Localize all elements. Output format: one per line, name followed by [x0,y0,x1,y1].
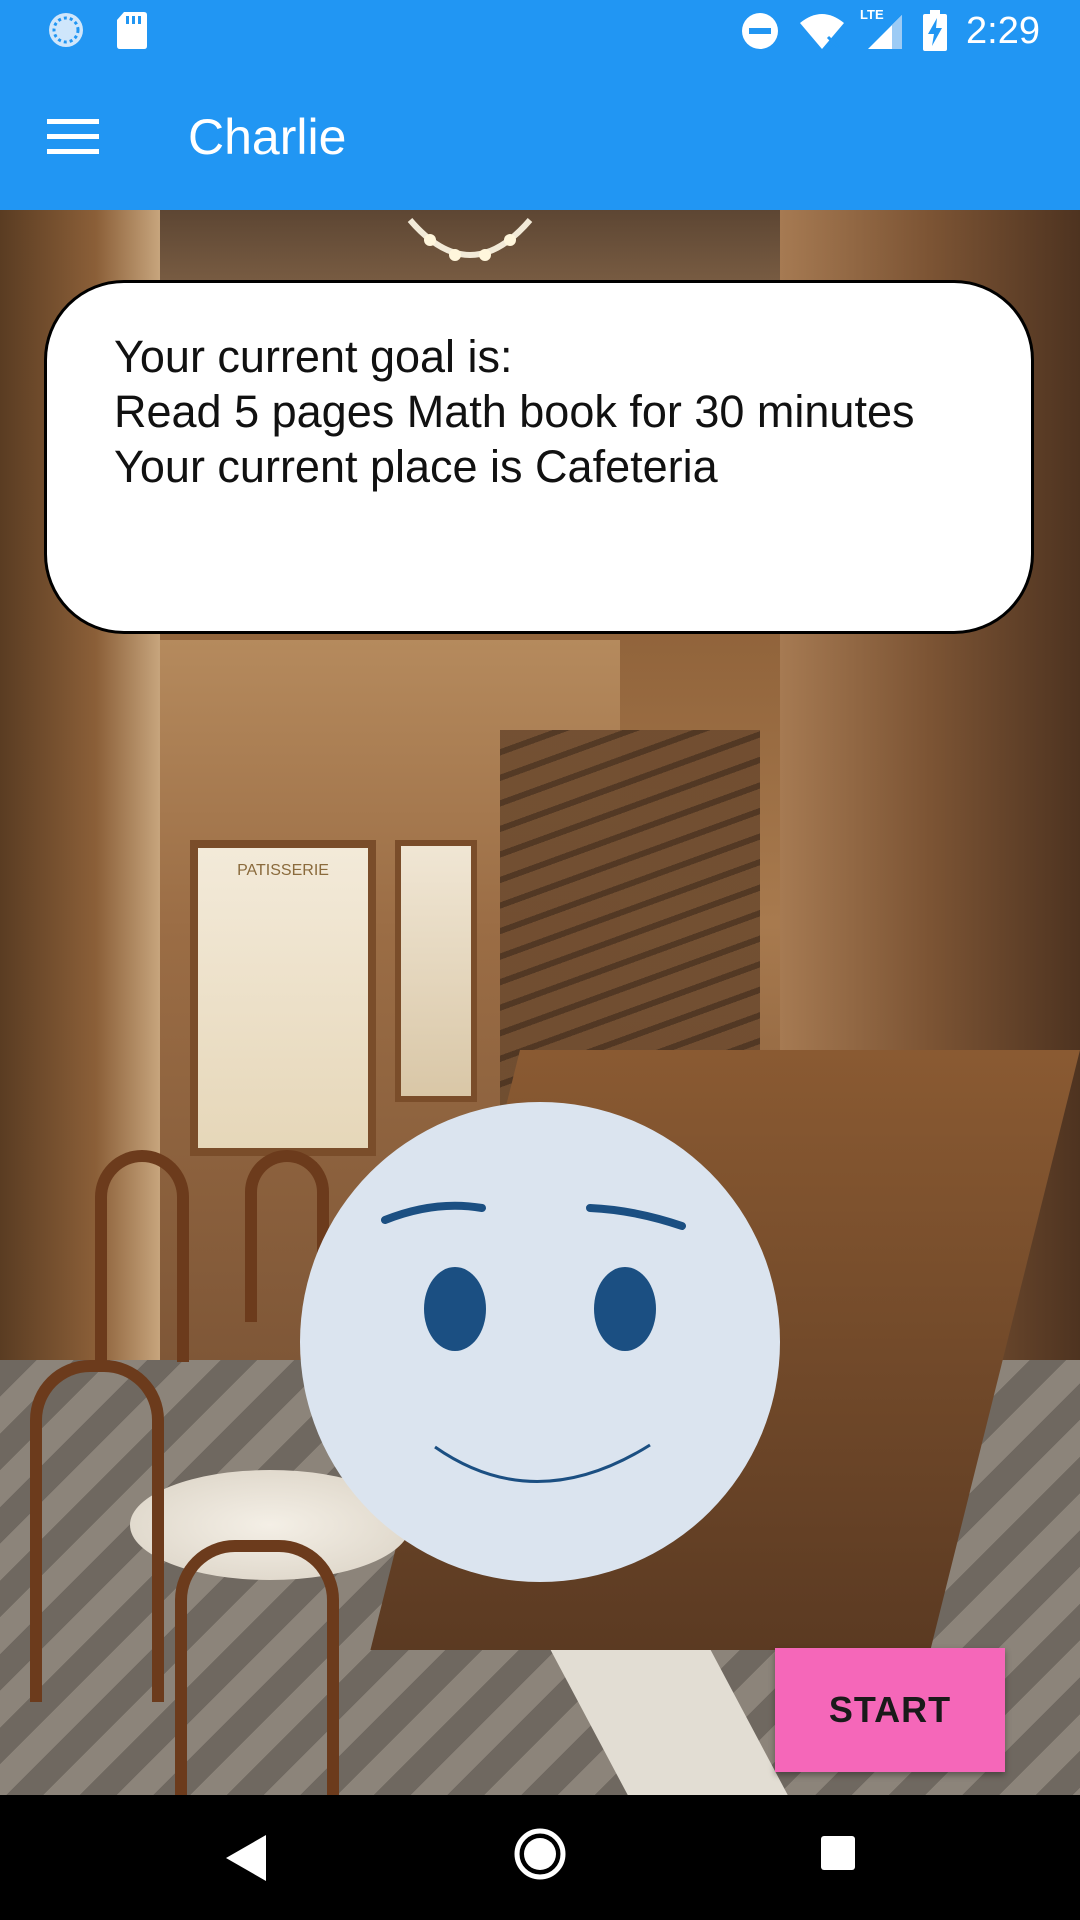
status-bar: LTE 2:29 [0,0,1080,63]
right-eyebrow [586,1204,686,1230]
left-eyebrow [381,1201,486,1224]
display-case [395,840,477,1102]
do-not-disturb-icon [742,13,779,49]
navigation-bar [0,1795,1080,1920]
app-title: Charlie [188,109,347,165]
lte-label: LTE [860,7,884,22]
pastry-sign: PATISSERIE [237,862,329,879]
goal-description: Read 5 pages Math book for 30 minutes [114,386,915,437]
goal-text: Your current goal is: Read 5 pages Math … [114,329,915,494]
status-right: LTE 2:29 [740,7,1040,54]
recents-icon[interactable] [821,1836,855,1870]
smile-mouth [434,1443,651,1483]
battery-charging-icon [923,10,948,51]
menu-button[interactable] [40,109,106,165]
sync-icon [49,13,83,47]
status-time: 2:29 [966,10,1040,52]
app-bar: Charlie [0,63,1080,210]
goal-heading: Your current goal is: [114,331,513,382]
scene-chair [30,1360,164,1702]
start-button[interactable]: START [775,1648,1005,1772]
current-place: Your current place is Cafeteria [114,441,718,492]
back-icon[interactable] [222,1831,270,1885]
status-left [46,10,148,50]
home-icon[interactable] [513,1827,567,1881]
right-eye [594,1267,656,1351]
sd-card-icon [117,12,147,49]
wifi-icon [800,14,845,49]
scene-chair [95,1150,189,1362]
left-eye [424,1267,486,1351]
smiley-face-avatar [300,1102,780,1582]
lte-signal-icon: LTE [860,7,904,51]
goal-speech-bubble: Your current goal is: Read 5 pages Math … [44,280,1034,634]
hamburger-menu-icon [47,119,99,154]
chandelier-icon [407,218,533,261]
